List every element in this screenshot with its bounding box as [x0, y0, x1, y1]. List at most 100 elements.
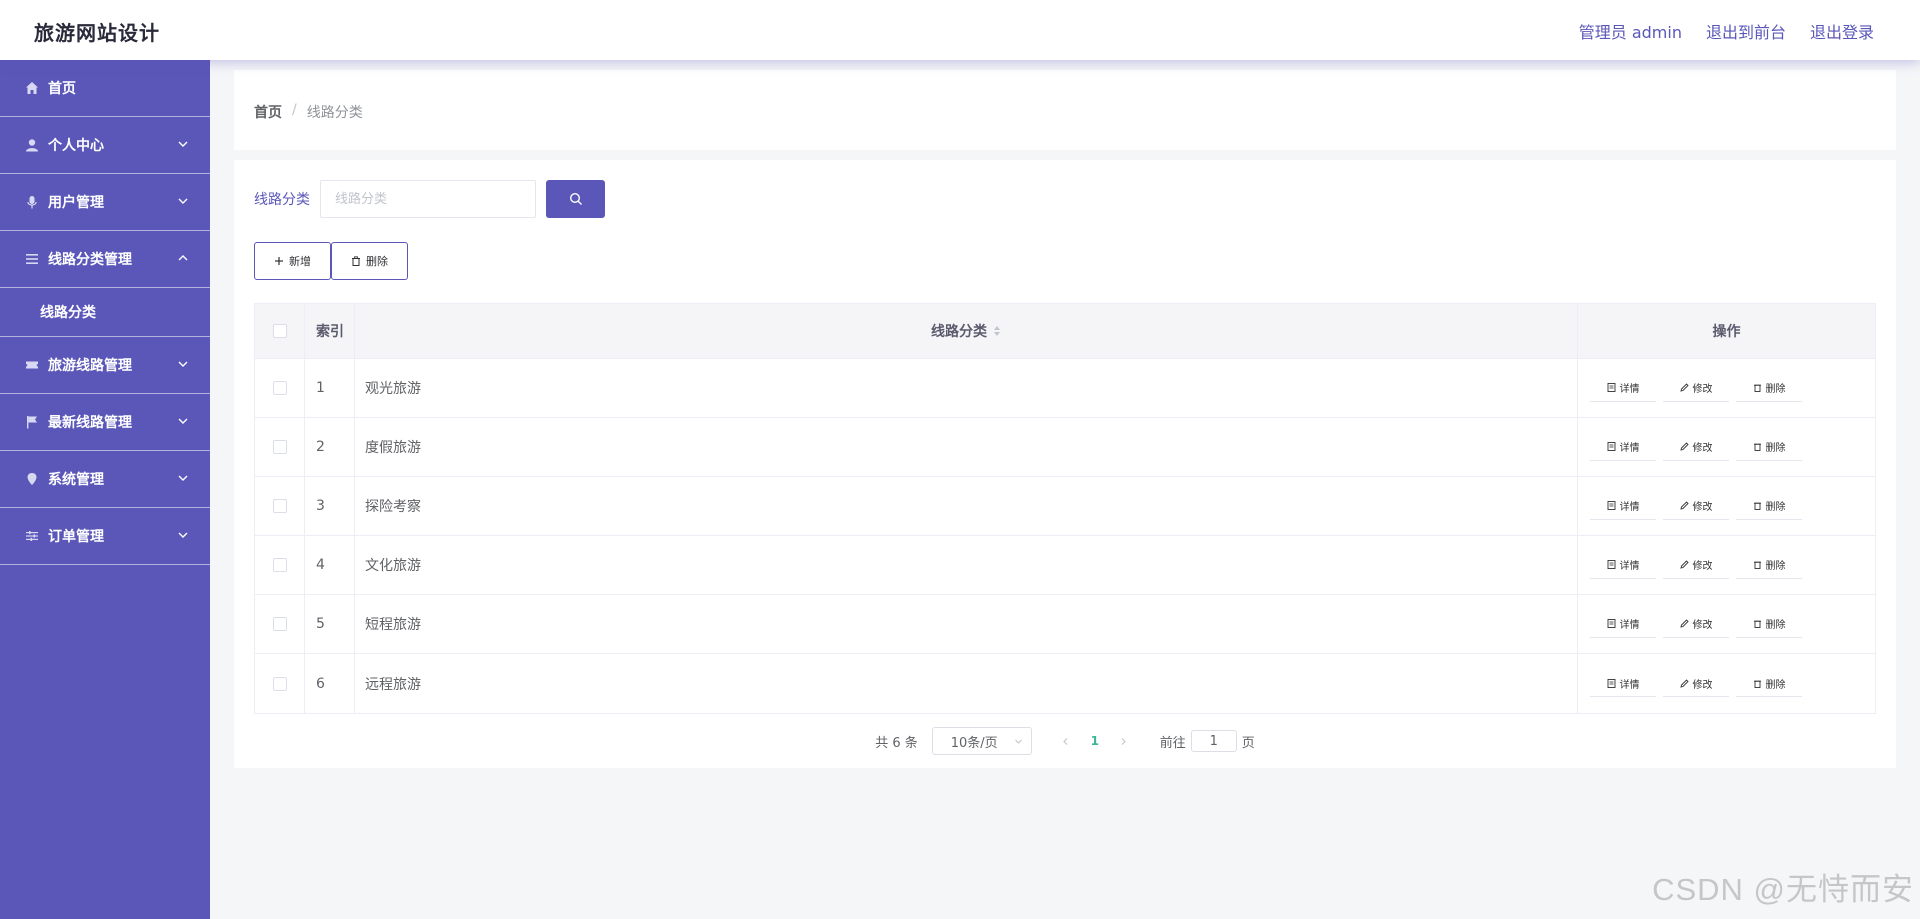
detail-button[interactable]: 详情 [1590, 610, 1656, 638]
next-page-button[interactable] [1110, 737, 1138, 746]
add-button[interactable]: 新增 [254, 242, 331, 280]
goto-label: 前往 [1159, 735, 1186, 751]
row-checkbox[interactable] [272, 440, 287, 454]
breadcrumb-card: 首页 / 线路分类 [234, 70, 1896, 150]
sidebar-item-label: 线路分类管理 [48, 252, 132, 268]
row-name: 文化旅游 [355, 536, 1578, 594]
pencil-icon [1679, 560, 1689, 569]
row-operations: 详情 修改 删除 [1578, 418, 1875, 476]
header-operation-cell: 操作 [1578, 304, 1875, 358]
row-checkbox[interactable] [272, 617, 287, 631]
detail-button[interactable]: 详情 [1590, 492, 1656, 520]
chevron-down-icon [178, 532, 188, 538]
home-icon [24, 80, 40, 96]
row-checkbox-cell [255, 359, 305, 417]
breadcrumb: 首页 / 线路分类 [254, 102, 363, 122]
row-name: 度假旅游 [355, 418, 1578, 476]
detail-label: 详情 [1619, 620, 1640, 631]
delete-button[interactable]: 删除 [331, 242, 408, 280]
pencil-icon [1679, 501, 1689, 510]
row-checkbox[interactable] [272, 558, 287, 572]
select-all-checkbox[interactable] [272, 324, 287, 338]
row-index: 1 [305, 359, 355, 417]
row-delete-button[interactable]: 删除 [1736, 433, 1802, 461]
column-header-name: 线路分类 [931, 324, 987, 340]
logout-link[interactable]: 退出登录 [1810, 19, 1874, 43]
row-delete-button[interactable]: 删除 [1736, 492, 1802, 520]
edit-button[interactable]: 修改 [1663, 670, 1729, 697]
chevron-down-icon [1014, 739, 1022, 744]
detail-label: 详情 [1619, 502, 1640, 513]
page-unit-label: 页 [1241, 735, 1255, 751]
edit-label: 修改 [1692, 443, 1713, 454]
row-index: 3 [305, 477, 355, 535]
edit-label: 修改 [1692, 620, 1713, 631]
edit-button[interactable]: 修改 [1663, 433, 1729, 461]
breadcrumb-current: 线路分类 [306, 105, 363, 121]
delete-label: 删除 [1765, 620, 1786, 631]
table-row: 1 观光旅游 详情 修改 删除 [255, 359, 1875, 418]
sidebar-item-tour-route-management[interactable]: 旅游线路管理 [0, 337, 210, 394]
header-index-cell: 索引 [305, 304, 355, 358]
row-name: 短程旅游 [355, 595, 1578, 653]
row-operations: 详情 修改 删除 [1578, 595, 1875, 653]
row-delete-button[interactable]: 删除 [1736, 551, 1802, 579]
document-icon [1607, 442, 1615, 451]
row-index: 4 [305, 536, 355, 594]
sort-icon[interactable] [993, 325, 1001, 337]
row-name: 观光旅游 [355, 359, 1578, 417]
page-number[interactable]: 1 [1080, 734, 1110, 748]
pencil-icon [1679, 619, 1689, 628]
breadcrumb-home-link[interactable]: 首页 [254, 102, 282, 122]
sidebar-subitem-route-category[interactable]: 线路分类 [0, 288, 210, 337]
detail-button[interactable]: 详情 [1590, 433, 1656, 461]
sidebar-item-latest-route-management[interactable]: 最新线路管理 [0, 394, 210, 451]
detail-button[interactable]: 详情 [1590, 374, 1656, 402]
sidebar-item-label: 最新线路管理 [48, 415, 132, 431]
edit-button[interactable]: 修改 [1663, 610, 1729, 638]
trash-icon [352, 256, 360, 266]
goto-page-input[interactable] [1190, 730, 1237, 752]
delete-label: 删除 [1765, 443, 1786, 454]
sidebar-item-system-management[interactable]: 系统管理 [0, 451, 210, 508]
list-icon [24, 251, 40, 267]
location-icon [24, 471, 40, 487]
row-checkbox[interactable] [272, 499, 287, 513]
edit-label: 修改 [1692, 679, 1713, 691]
row-checkbox[interactable] [272, 381, 287, 395]
sidebar-item-order-management[interactable]: 订单管理 [0, 508, 210, 565]
page-size-select[interactable]: 10条/页 [931, 727, 1032, 755]
delete-label: 删除 [1765, 679, 1786, 691]
header-checkbox-cell [255, 304, 305, 358]
action-buttons: 新增 删除 [254, 242, 408, 280]
row-operations: 详情 修改 删除 [1578, 477, 1875, 535]
sidebar-item-personal-center[interactable]: 个人中心 [0, 117, 210, 174]
row-checkbox-cell [255, 536, 305, 594]
row-index: 2 [305, 418, 355, 476]
sidebar-item-home[interactable]: 首页 [0, 60, 210, 117]
detail-button[interactable]: 详情 [1590, 551, 1656, 579]
trash-icon [1753, 620, 1761, 628]
edit-button[interactable]: 修改 [1663, 374, 1729, 402]
exit-to-frontend-link[interactable]: 退出到前台 [1706, 19, 1786, 43]
sidebar-item-label: 订单管理 [48, 529, 104, 545]
edit-button[interactable]: 修改 [1663, 492, 1729, 520]
chevron-down-icon [178, 141, 188, 147]
search-button[interactable] [546, 180, 605, 218]
detail-button[interactable]: 详情 [1590, 670, 1656, 697]
search-input[interactable] [320, 180, 536, 218]
row-checkbox[interactable] [272, 676, 287, 691]
sidebar-item-route-category-management[interactable]: 线路分类管理 [0, 231, 210, 288]
chevron-right-icon [1121, 737, 1127, 745]
row-delete-button[interactable]: 删除 [1736, 374, 1802, 402]
sidebar-item-user-management[interactable]: 用户管理 [0, 174, 210, 231]
row-delete-button[interactable]: 删除 [1736, 610, 1802, 638]
prev-page-button[interactable] [1052, 737, 1080, 746]
admin-user-link[interactable]: 管理员 admin [1579, 19, 1682, 43]
edit-label: 修改 [1692, 384, 1713, 395]
row-delete-button[interactable]: 删除 [1736, 670, 1802, 697]
edit-button[interactable]: 修改 [1663, 551, 1729, 579]
sliders-icon [24, 528, 40, 544]
pencil-icon [1679, 383, 1689, 392]
table-row: 5 短程旅游 详情 修改 删除 [255, 595, 1875, 654]
